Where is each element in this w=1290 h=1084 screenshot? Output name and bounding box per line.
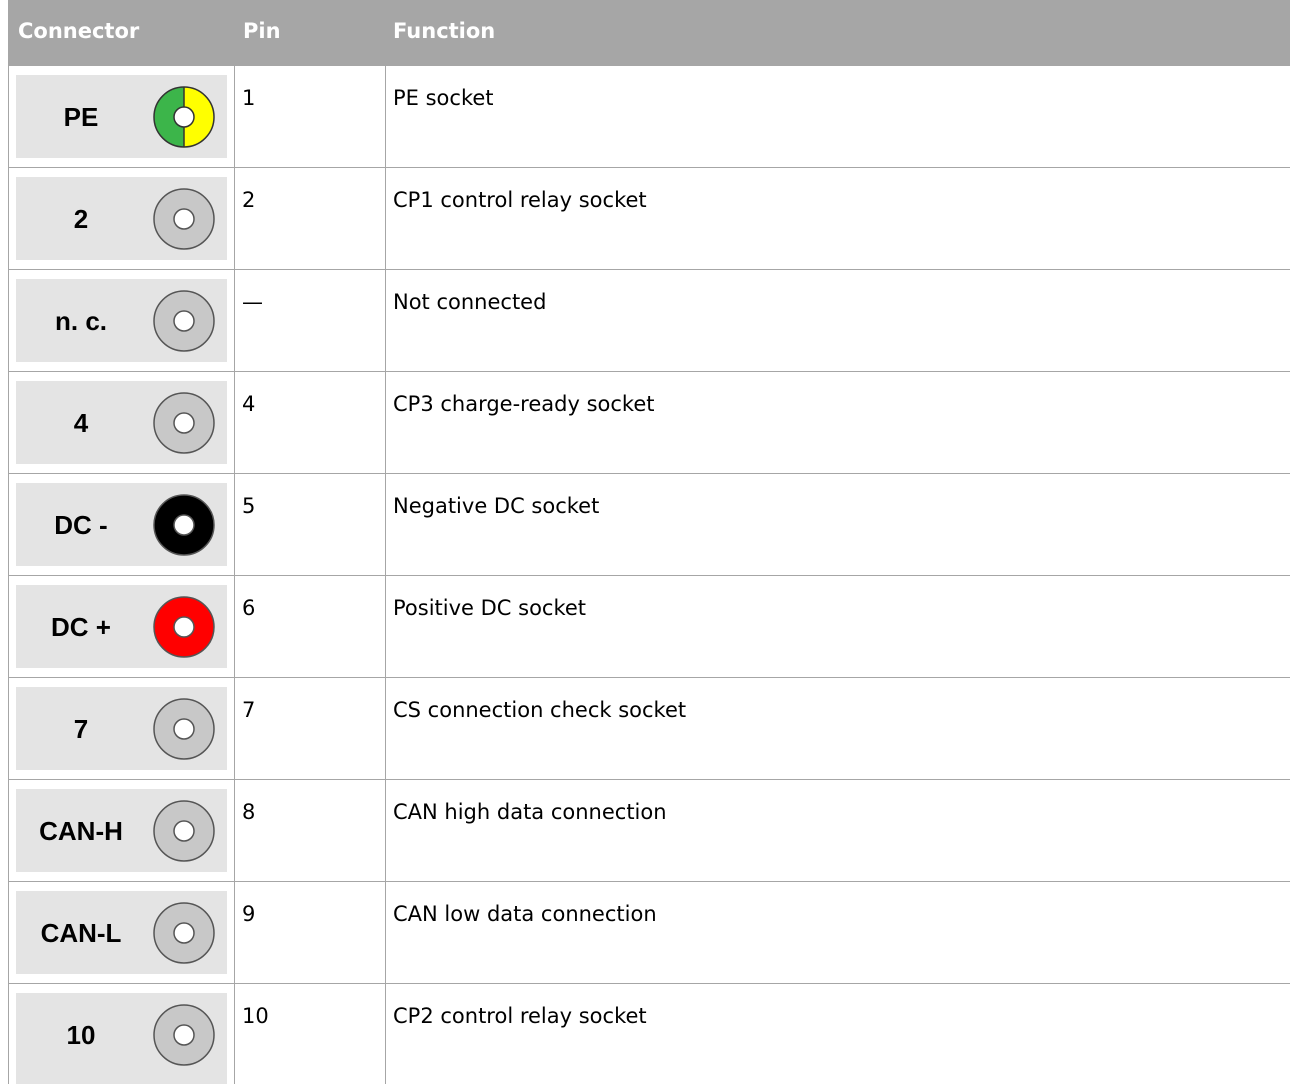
function-description: PE socket: [393, 86, 494, 110]
connector-cell: 7: [16, 687, 227, 770]
column-divider: [234, 372, 235, 473]
column-divider: [385, 270, 386, 371]
table-row: CAN-H 8 CAN high data connection: [8, 780, 1290, 882]
table-row: CAN-L 9 CAN low data connection: [8, 882, 1290, 984]
pin-number: 5: [242, 494, 256, 518]
column-divider: [8, 66, 9, 167]
connector-cell: CAN-L: [16, 891, 227, 974]
column-divider: [8, 168, 9, 269]
pin-number: 2: [242, 188, 256, 212]
column-divider: [8, 780, 9, 881]
column-divider: [385, 882, 386, 983]
table-row: DC - 5 Negative DC socket: [8, 474, 1290, 576]
pin-number: 6: [242, 596, 256, 620]
function-description: CAN high data connection: [393, 800, 667, 824]
function-description: Positive DC socket: [393, 596, 587, 620]
connector-label: 7: [73, 714, 89, 744]
function-description: CP1 control relay socket: [393, 188, 647, 212]
function-description: Negative DC socket: [393, 494, 600, 518]
column-divider: [385, 678, 386, 779]
table-row: 7 7 CS connection check socket: [8, 678, 1290, 780]
connector-cell: 2: [16, 177, 227, 260]
table-row: DC + 6 Positive DC socket: [8, 576, 1290, 678]
connector-cell: PE: [16, 75, 227, 158]
connector-table: Connector Pin Function PE 1 PE socket 2 2 CP1…: [8, 0, 1290, 1084]
table-row: n. c. — Not connected: [8, 270, 1290, 372]
column-divider: [234, 270, 235, 371]
function-description: CP2 control relay socket: [393, 1004, 647, 1028]
function-description: CS connection check socket: [393, 698, 687, 722]
pin-number: 7: [242, 698, 256, 722]
column-divider: [385, 474, 386, 575]
column-divider: [385, 168, 386, 269]
connector-cell: 4: [16, 381, 227, 464]
column-divider: [8, 474, 9, 575]
connector-label: DC -: [54, 510, 108, 540]
connector-label: n. c.: [54, 306, 107, 336]
column-divider: [385, 66, 386, 167]
connector-label: DC +: [51, 612, 111, 642]
function-description: Not connected: [393, 290, 547, 314]
pin-number: 10: [242, 1004, 269, 1028]
connector-label: 10: [66, 1020, 96, 1050]
column-divider: [234, 66, 235, 167]
column-divider: [234, 780, 235, 881]
connector-label: CAN-H: [39, 816, 123, 846]
function-description: CP3 charge-ready socket: [393, 392, 655, 416]
table-body: PE 1 PE socket 2 2 CP1 control relay socket n.…: [8, 66, 1290, 1084]
column-divider: [234, 474, 235, 575]
pin-number: 4: [242, 392, 256, 416]
column-divider: [234, 576, 235, 677]
pin-number: 9: [242, 902, 256, 926]
column-divider: [385, 372, 386, 473]
table-header: Connector Pin Function: [8, 0, 1290, 66]
connector-label: 2: [73, 204, 89, 234]
column-divider: [8, 984, 9, 1084]
connector-label: CAN-L: [40, 918, 122, 948]
table-row: PE 1 PE socket: [8, 66, 1290, 168]
header-pin: Pin: [243, 19, 281, 43]
connector-label: 4: [73, 408, 89, 438]
column-divider: [8, 372, 9, 473]
column-divider: [234, 168, 235, 269]
pe-socket-icon: [152, 85, 216, 149]
pin-number: 8: [242, 800, 256, 824]
grey-socket-icon: [152, 697, 216, 761]
table-row: 4 4 CP3 charge-ready socket: [8, 372, 1290, 474]
red-socket-icon: [152, 595, 216, 659]
grey-socket-icon: [152, 289, 216, 353]
grey-socket-icon: [152, 799, 216, 863]
grey-socket-icon: [152, 1003, 216, 1067]
grey-socket-icon: [152, 391, 216, 455]
grey-socket-icon: [152, 901, 216, 965]
pin-number: —: [242, 290, 263, 314]
connector-cell: n. c.: [16, 279, 227, 362]
connector-label: PE: [63, 102, 99, 132]
column-divider: [385, 576, 386, 677]
column-divider: [234, 984, 235, 1084]
function-description: CAN low data connection: [393, 902, 657, 926]
connector-cell: CAN-H: [16, 789, 227, 872]
connector-cell: DC -: [16, 483, 227, 566]
grey-socket-icon: [152, 187, 216, 251]
column-divider: [385, 984, 386, 1084]
header-function: Function: [393, 19, 496, 43]
header-connector: Connector: [18, 19, 140, 43]
pin-number: 1: [242, 86, 256, 110]
table-row: 2 2 CP1 control relay socket: [8, 168, 1290, 270]
column-divider: [8, 576, 9, 677]
column-divider: [8, 678, 9, 779]
black-socket-icon: [152, 493, 216, 557]
column-divider: [8, 270, 9, 371]
column-divider: [234, 882, 235, 983]
column-divider: [8, 882, 9, 983]
column-divider: [385, 780, 386, 881]
column-divider: [234, 678, 235, 779]
connector-cell: DC +: [16, 585, 227, 668]
table-row: 10 10 CP2 control relay socket: [8, 984, 1290, 1084]
connector-cell: 10: [16, 993, 227, 1084]
